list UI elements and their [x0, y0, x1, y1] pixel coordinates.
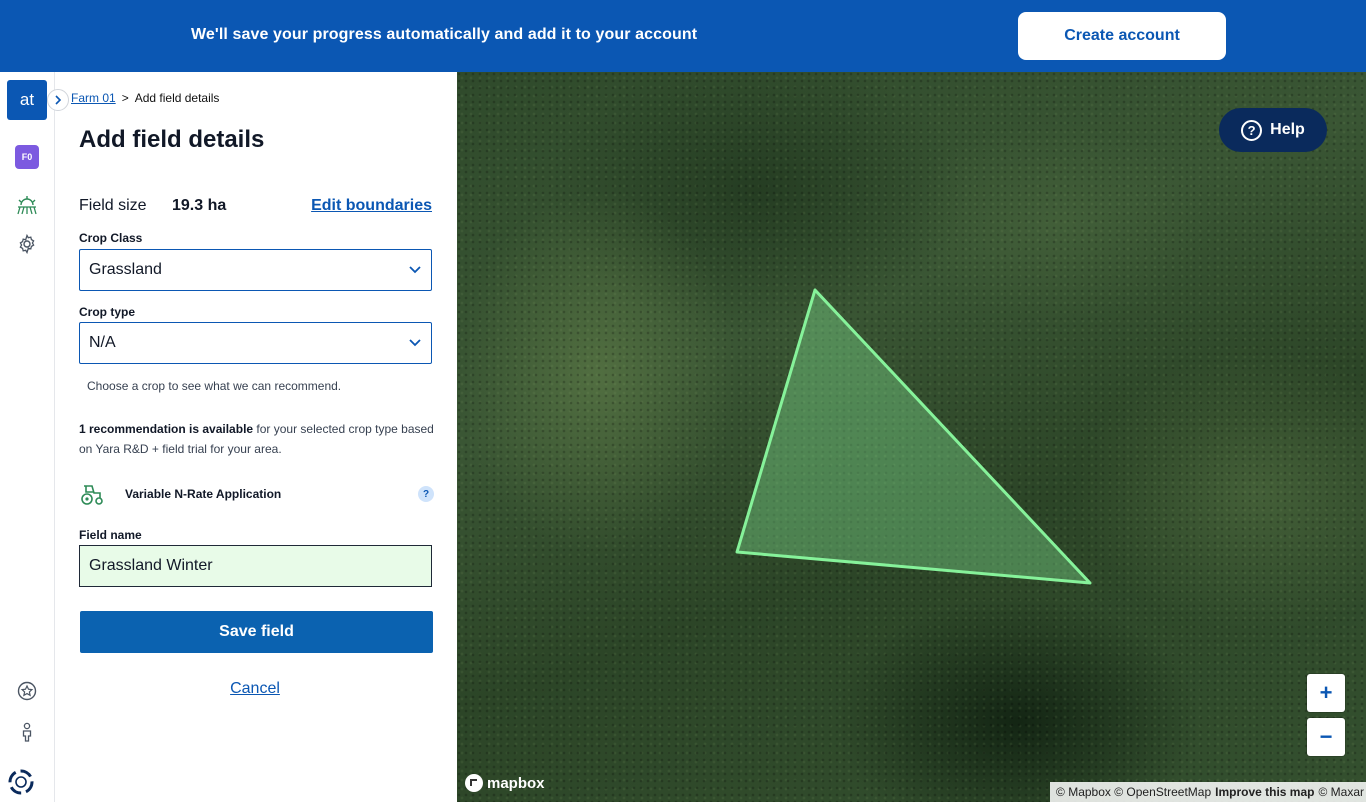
- mapbox-wordmark: mapbox: [487, 774, 545, 792]
- zoom-in-button[interactable]: +: [1307, 674, 1345, 712]
- recommendation-text: 1 recommendation is available for your s…: [79, 419, 434, 459]
- farm-badge[interactable]: F0: [15, 145, 39, 169]
- field-sun-icon-graphic: [17, 196, 37, 215]
- crop-type-label: Crop type: [79, 305, 136, 319]
- support-lifebuoy-icon[interactable]: [8, 769, 34, 795]
- field-boundary-polygon[interactable]: [457, 72, 1366, 802]
- breadcrumb: Farm 01 > Add field details: [71, 91, 219, 105]
- mapbox-logo[interactable]: mapbox: [465, 774, 545, 792]
- create-account-button[interactable]: Create account: [1018, 12, 1226, 60]
- chevron-right-icon: [55, 95, 62, 105]
- settings-gear-icon[interactable]: [16, 233, 38, 255]
- crop-hint-text: Choose a crop to see what we can recomme…: [87, 379, 342, 393]
- help-label: Help: [1270, 121, 1305, 138]
- zoom-out-button[interactable]: −: [1307, 718, 1345, 756]
- person-icon: [22, 722, 32, 742]
- breadcrumb-current: Add field details: [134, 91, 220, 105]
- attribution-copyright[interactable]: © Mapbox © OpenStreetMap: [1056, 785, 1211, 799]
- field-details-panel: Farm 01 > Add field details Add field de…: [55, 72, 457, 802]
- crop-class-select[interactable]: Grassland: [79, 249, 432, 291]
- field-sun-icon[interactable]: [16, 194, 38, 216]
- breadcrumb-farm-link[interactable]: Farm 01: [71, 91, 116, 105]
- help-circle-icon: ?: [1241, 119, 1263, 141]
- recommendation-count: 1 recommendation is available: [79, 422, 254, 436]
- improve-map-link[interactable]: Improve this map: [1215, 785, 1314, 799]
- field-name-label: Field name: [79, 528, 142, 542]
- save-field-button[interactable]: Save field: [80, 611, 433, 653]
- banner-message: We'll save your progress automatically a…: [191, 26, 698, 43]
- crop-type-value: N/A: [89, 334, 116, 351]
- chevron-down-icon: [409, 266, 421, 274]
- crop-type-select[interactable]: N/A: [79, 322, 432, 364]
- variable-n-rate-row: Variable N-Rate Application ?: [79, 480, 434, 508]
- help-question-icon[interactable]: ?: [418, 486, 434, 502]
- left-rail: at F0: [0, 72, 69, 802]
- tractor-icon: [81, 485, 103, 505]
- cancel-link[interactable]: Cancel: [55, 680, 455, 698]
- edit-boundaries-link[interactable]: Edit boundaries: [311, 197, 432, 215]
- attribution-maxar[interactable]: © Maxar: [1318, 785, 1364, 799]
- satellite-map[interactable]: ? Help + − mapbox © Mapbox © OpenStreetM…: [457, 72, 1366, 802]
- gear-icon: [19, 234, 35, 254]
- save-progress-banner: We'll save your progress automatically a…: [0, 0, 1366, 72]
- lifebuoy-icon: [8, 769, 34, 795]
- field-name-input[interactable]: Grassland Winter: [79, 545, 432, 587]
- app-logo[interactable]: at: [7, 80, 47, 120]
- mapbox-icon: [465, 774, 483, 792]
- crop-class-label: Crop Class: [79, 231, 143, 245]
- crop-class-value: Grassland: [89, 261, 162, 278]
- page-title: Add field details: [79, 126, 265, 153]
- favorites-star-icon[interactable]: [16, 680, 38, 702]
- help-button[interactable]: ? Help: [1219, 108, 1327, 152]
- variable-n-rate-label: Variable N-Rate Application: [125, 487, 282, 501]
- breadcrumb-separator: >: [121, 91, 129, 105]
- field-size-value: 19.3 ha: [172, 197, 227, 214]
- expand-rail-button[interactable]: [47, 89, 69, 111]
- chevron-down-icon: [409, 339, 421, 347]
- field-polygon-shape[interactable]: [735, 288, 1092, 585]
- user-profile-icon[interactable]: [16, 721, 38, 743]
- field-size-label: Field size: [79, 197, 147, 214]
- map-attribution: © Mapbox © OpenStreetMap Improve this ma…: [1050, 782, 1366, 802]
- star-circle-icon: [17, 681, 37, 701]
